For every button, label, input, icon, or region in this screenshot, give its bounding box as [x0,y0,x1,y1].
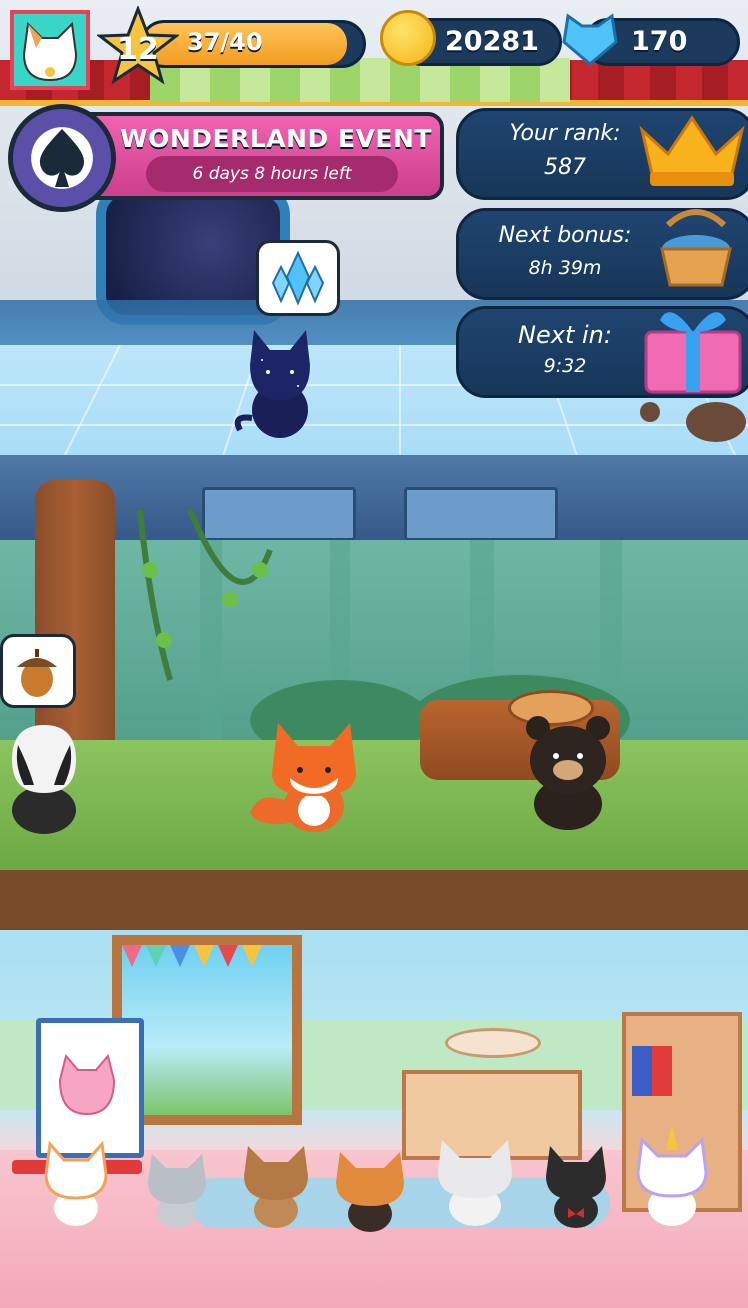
bunting [122,945,262,967]
gem-amount: 170 [631,26,688,57]
acorn-bubble-icon [17,649,57,697]
acorn-bubble[interactable] [0,634,76,708]
event-spade-badge[interactable] [8,104,116,212]
rank-label: Your rank: [509,121,621,146]
beam-plate-right [404,487,558,541]
player-avatar[interactable] [10,10,90,90]
next-value: 9:32 [543,355,587,377]
gift-icon [644,312,742,394]
coin-amount: 20281 [445,26,539,57]
vines [137,510,273,681]
crystal-bubble[interactable] [256,240,340,316]
fox[interactable] [250,718,370,836]
kitten-calico[interactable] [40,1138,112,1230]
black-bear[interactable] [518,712,618,837]
cat-drawing [58,1053,116,1116]
gem-icon [562,13,618,66]
event-time-left: 6 days 8 hours left [192,164,352,184]
books [632,1046,672,1096]
level-number: 12 [117,32,159,67]
event-title: WONDERLAND EVENT [120,124,432,153]
kitten-unicorn[interactable] [632,1124,716,1228]
coin-icon [380,10,436,66]
bonus-value: 8h 39m [528,257,602,279]
kitten-brown[interactable] [238,1140,314,1232]
kitten-fluffy-white[interactable] [432,1134,518,1230]
crystal-bubble-icon [271,250,325,306]
kitten-tuxedo[interactable] [540,1140,612,1230]
forest-floor [0,740,748,880]
bonus-label: Next bonus: [498,223,632,248]
avatar-cat-icon [22,21,78,82]
badger[interactable] [4,715,86,835]
forest-soil [0,870,748,930]
yarn-basket-icon [660,209,732,287]
galaxy-cat[interactable] [232,320,322,445]
event-timer-pill: 6 days 8 hours left [146,156,398,192]
cat-scratcher [445,1028,541,1058]
crown-icon [639,115,745,186]
brown-cat-peeking [640,402,746,442]
spade-icon [39,129,85,187]
xp-text: 37/40 [187,28,263,56]
rank-value: 587 [544,155,586,180]
kitten-gray-tabby[interactable] [144,1148,210,1232]
level-badge[interactable]: 12 [95,4,181,88]
next-label: Next in: [518,321,612,349]
kitten-tortoise[interactable] [330,1148,410,1234]
